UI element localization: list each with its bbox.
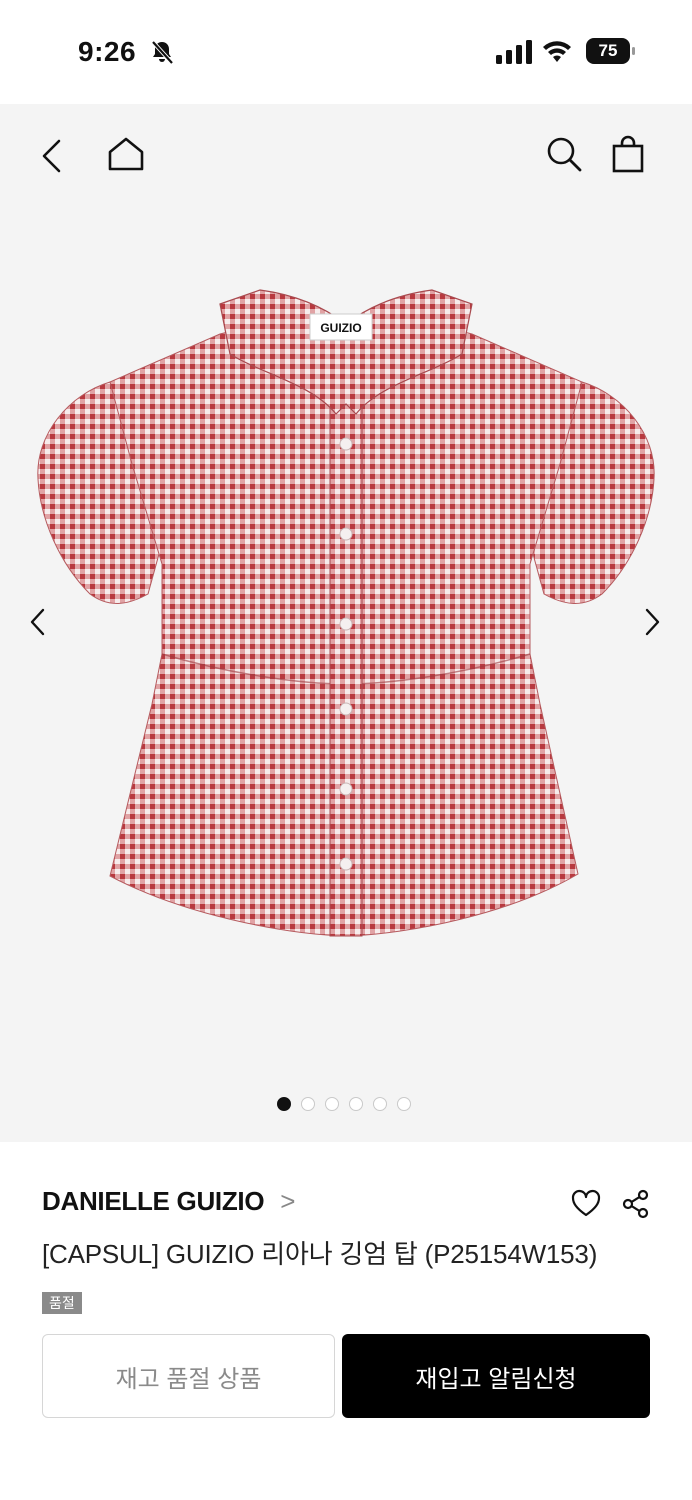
signal-icon [496,40,532,64]
soldout-button[interactable]: 재고 품절 상품 [42,1334,335,1418]
status-bar: 9:26 75 [0,0,692,104]
pagination-dot-2[interactable] [301,1097,315,1111]
search-icon [547,137,582,172]
next-image-button[interactable] [630,600,674,644]
brand-label-logo: GUIZIO [320,321,361,335]
pagination-dot-3[interactable] [325,1097,339,1111]
chevron-right-icon [645,608,660,636]
home-icon [108,137,144,171]
pagination-dot-6[interactable] [397,1097,411,1111]
prev-image-button[interactable] [16,600,60,644]
shopping-bag-icon [612,135,644,173]
product-gallery[interactable]: GUIZIO [0,104,692,1142]
soldout-badge: 품절 [42,1292,82,1314]
brand-link[interactable]: DANIELLE GUIZIO > [42,1186,295,1217]
pagination-dot-4[interactable] [349,1097,363,1111]
restock-alert-button[interactable]: 재입고 알림신청 [342,1334,650,1418]
back-button[interactable] [30,134,74,178]
gallery-pagination [277,1097,411,1111]
home-button[interactable] [104,132,148,176]
status-time: 9:26 [78,36,137,67]
battery-icon: 75 [586,38,636,64]
search-button[interactable] [542,132,586,176]
brand-name: DANIELLE GUIZIO [42,1186,265,1216]
product-title: [CAPSUL] GUIZIO 리아나 깅엄 탑 (P25154W153) [42,1239,598,1269]
pagination-dot-1[interactable] [277,1097,291,1111]
chevron-left-icon [30,608,45,636]
pagination-dot-5[interactable] [373,1097,387,1111]
heart-icon[interactable] [570,1188,602,1220]
chevron-right-icon: > [280,1186,296,1216]
bell-off-icon [151,40,174,65]
battery-level: 75 [586,38,630,64]
share-icon[interactable] [620,1188,652,1220]
cart-button[interactable] [606,132,650,176]
product-info: DANIELLE GUIZIO > [CAPSUL] GUIZIO 리아나 깅엄… [0,1142,692,1500]
wifi-icon [543,41,571,62]
product-image: GUIZIO [37,289,655,937]
back-icon [42,139,61,173]
